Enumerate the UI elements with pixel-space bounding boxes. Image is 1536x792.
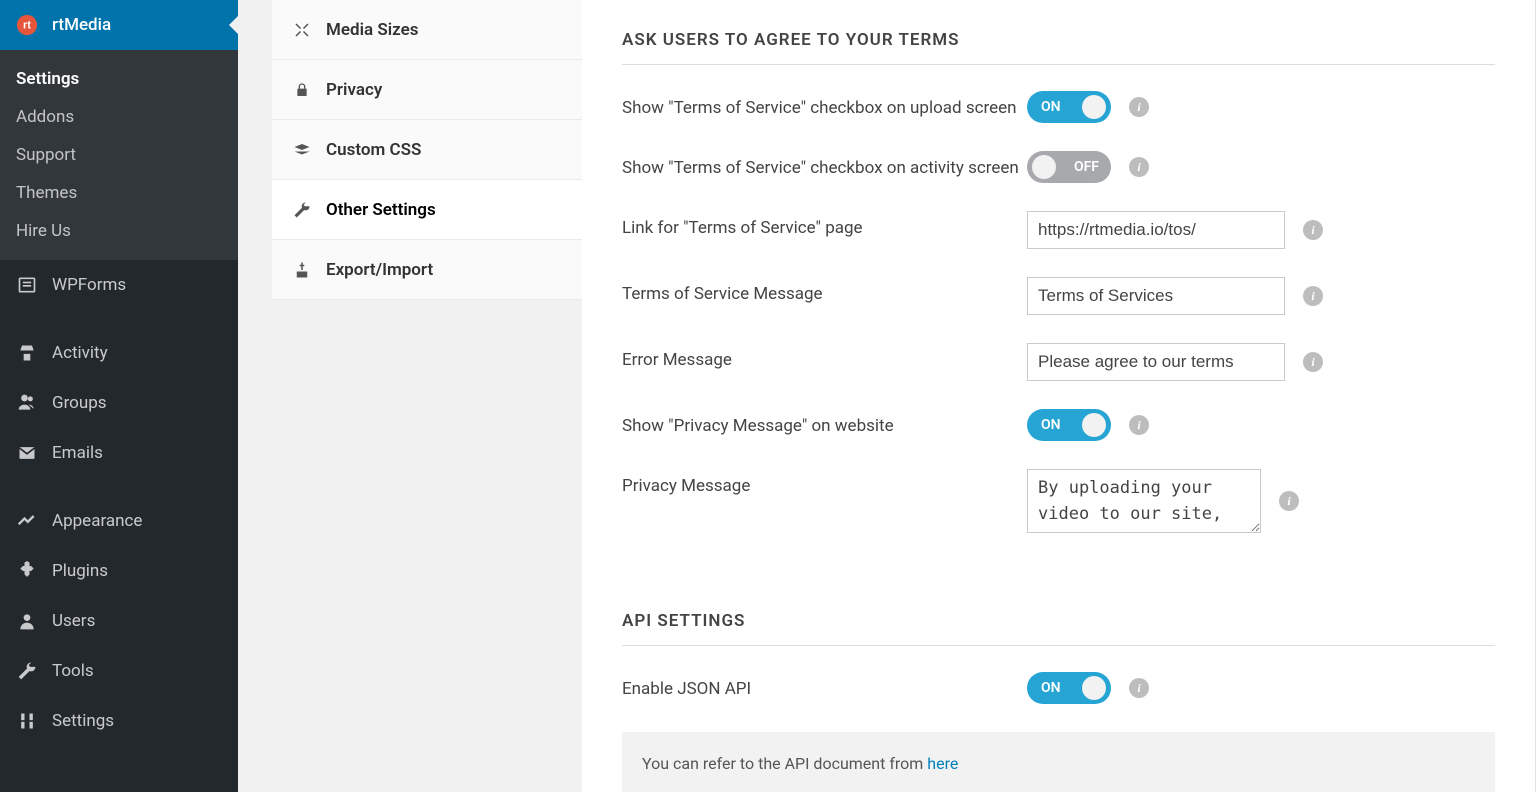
info-icon[interactable]: i xyxy=(1129,157,1149,177)
plugins-icon xyxy=(16,560,38,582)
activity-icon xyxy=(16,342,38,364)
mediasizes-icon xyxy=(292,20,312,40)
settings-content: Ask users to agree to your terms Show "T… xyxy=(582,0,1536,792)
input-tos-msg[interactable] xyxy=(1027,277,1285,315)
sidebar-item-label: Appearance xyxy=(52,511,142,531)
submenu-item-support[interactable]: Support xyxy=(0,136,238,174)
sidebar-submenu: Settings Addons Support Themes Hire Us xyxy=(0,50,238,260)
tab-export-import[interactable]: Export/Import xyxy=(272,240,582,300)
info-icon[interactable]: i xyxy=(1129,97,1149,117)
appearance-icon xyxy=(16,510,38,532)
info-icon[interactable]: i xyxy=(1129,415,1149,435)
tab-custom-css[interactable]: Custom CSS xyxy=(272,120,582,180)
tab-label: Privacy xyxy=(326,80,382,100)
toggle-tos-upload[interactable]: ON xyxy=(1027,91,1111,123)
svg-text:rt: rt xyxy=(23,20,31,32)
section-title-terms: Ask users to agree to your terms xyxy=(622,30,1495,65)
sidebar-item-groups[interactable]: Groups xyxy=(0,378,238,428)
sidebar-item-settings[interactable]: Settings xyxy=(0,696,238,746)
label-privacy-msg: Privacy Message xyxy=(622,469,1027,499)
privacy-icon xyxy=(292,80,312,100)
input-tos-link[interactable] xyxy=(1027,211,1285,249)
info-icon[interactable]: i xyxy=(1279,491,1299,511)
export-icon xyxy=(292,260,312,280)
section-title-api: API Settings xyxy=(622,611,1495,646)
toggle-privacy-show[interactable]: ON xyxy=(1027,409,1111,441)
tab-label: Media Sizes xyxy=(326,20,419,40)
other-icon xyxy=(292,200,312,220)
sidebar-item-wpforms[interactable]: WPForms xyxy=(0,260,238,310)
sidebar-item-label: Activity xyxy=(52,343,108,363)
emails-icon xyxy=(16,442,38,464)
toggle-enable-api[interactable]: ON xyxy=(1027,672,1111,704)
tools-icon xyxy=(16,660,38,682)
sidebar-item-label: Settings xyxy=(52,711,114,731)
notice-link[interactable]: here xyxy=(927,754,958,773)
tab-media-sizes[interactable]: Media Sizes xyxy=(272,0,582,60)
api-notice: You can refer to the API document from h… xyxy=(622,732,1495,792)
sidebar-item-users[interactable]: Users xyxy=(0,596,238,646)
label-tos-msg: Terms of Service Message xyxy=(622,277,1027,307)
sidebar-item-rtmedia[interactable]: rt rtMedia xyxy=(0,0,238,50)
input-err-msg[interactable] xyxy=(1027,343,1285,381)
info-icon[interactable]: i xyxy=(1303,286,1323,306)
sidebar-item-plugins[interactable]: Plugins xyxy=(0,546,238,596)
tab-other-settings[interactable]: Other Settings xyxy=(272,180,582,240)
label-tos-link: Link for "Terms of Service" page xyxy=(622,211,1027,241)
wpforms-icon xyxy=(16,274,38,296)
tab-label: Other Settings xyxy=(326,200,436,220)
info-icon[interactable]: i xyxy=(1303,352,1323,372)
label-privacy-show: Show "Privacy Message" on website xyxy=(622,409,1027,439)
sidebar-item-label: Plugins xyxy=(52,561,108,581)
toggle-tos-activity[interactable]: OFF xyxy=(1027,151,1111,183)
sidebar-item-emails[interactable]: Emails xyxy=(0,428,238,478)
tab-label: Export/Import xyxy=(326,260,433,280)
info-icon[interactable]: i xyxy=(1129,678,1149,698)
info-icon[interactable]: i xyxy=(1303,220,1323,240)
submenu-item-settings[interactable]: Settings xyxy=(0,60,238,98)
sidebar-item-label: WPForms xyxy=(52,275,126,295)
settings-tabs: Media Sizes Privacy Custom CSS Other Set… xyxy=(272,0,582,792)
submenu-item-hireus[interactable]: Hire Us xyxy=(0,212,238,250)
rtmedia-icon: rt xyxy=(16,14,38,36)
sidebar-item-label: rtMedia xyxy=(52,15,111,35)
textarea-privacy-msg[interactable]: By uploading your video to our site, xyxy=(1027,469,1261,533)
tab-label: Custom CSS xyxy=(326,140,421,160)
sidebar-item-label: Tools xyxy=(52,661,94,681)
sidebar-item-activity[interactable]: Activity xyxy=(0,328,238,378)
tab-privacy[interactable]: Privacy xyxy=(272,60,582,120)
sidebar-item-appearance[interactable]: Appearance xyxy=(0,496,238,546)
label-tos-activity: Show "Terms of Service" checkbox on acti… xyxy=(622,151,1027,181)
label-tos-upload: Show "Terms of Service" checkbox on uplo… xyxy=(622,91,1027,121)
submenu-item-addons[interactable]: Addons xyxy=(0,98,238,136)
sidebar-item-tools[interactable]: Tools xyxy=(0,646,238,696)
label-err-msg: Error Message xyxy=(622,343,1027,373)
submenu-item-themes[interactable]: Themes xyxy=(0,174,238,212)
notice-text: You can refer to the API document from xyxy=(642,754,927,773)
users-icon xyxy=(16,610,38,632)
settings-icon xyxy=(16,710,38,732)
customcss-icon xyxy=(292,140,312,160)
sidebar-item-label: Users xyxy=(52,611,95,631)
sidebar-item-label: Groups xyxy=(52,393,107,413)
groups-icon xyxy=(16,392,38,414)
label-enable-api: Enable JSON API xyxy=(622,672,1027,702)
sidebar-item-label: Emails xyxy=(52,443,103,463)
